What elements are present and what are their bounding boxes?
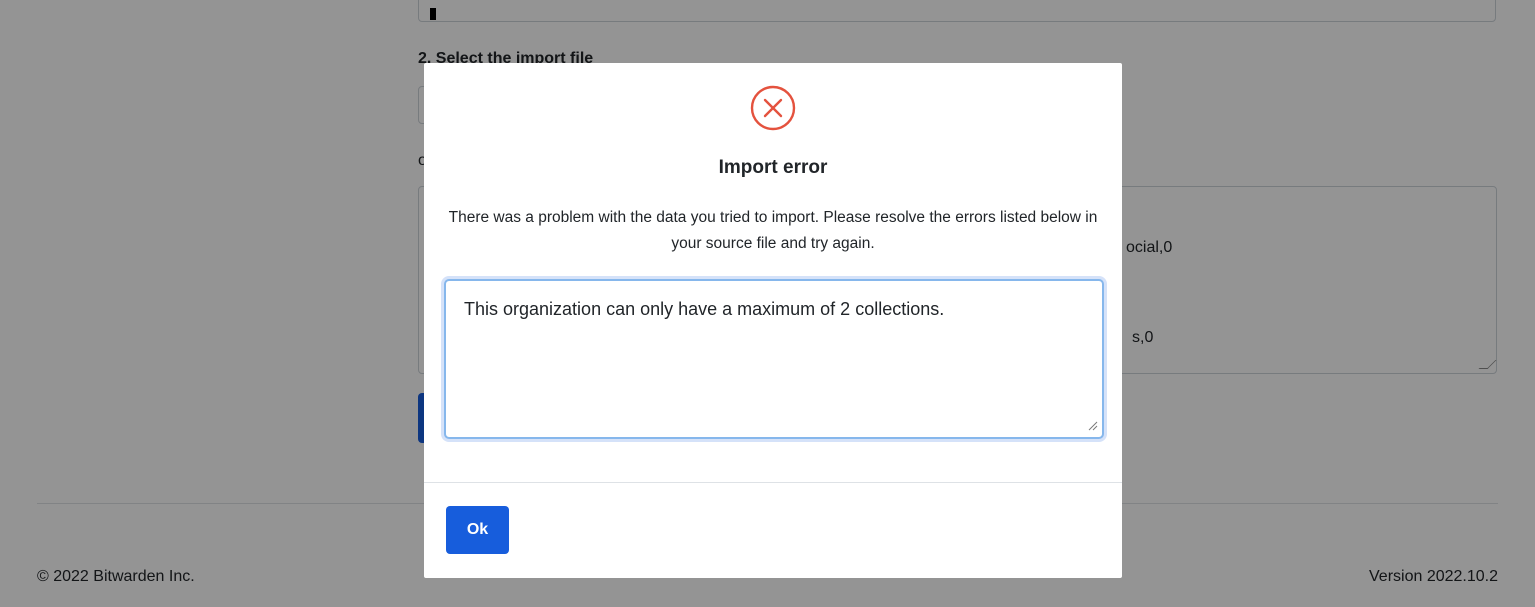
error-details-textarea[interactable]: This organization can only have a maximu… xyxy=(444,279,1104,439)
dialog-message: There was a problem with the data you tr… xyxy=(448,209,1098,252)
ok-button[interactable]: Ok xyxy=(446,506,509,554)
dialog-title: Import error xyxy=(718,157,828,178)
resize-handle-icon[interactable] xyxy=(1088,421,1098,431)
dialog-footer-divider xyxy=(424,482,1122,483)
import-error-dialog: Import error There was a problem with th… xyxy=(424,63,1122,578)
error-circle-x-icon xyxy=(750,85,796,131)
